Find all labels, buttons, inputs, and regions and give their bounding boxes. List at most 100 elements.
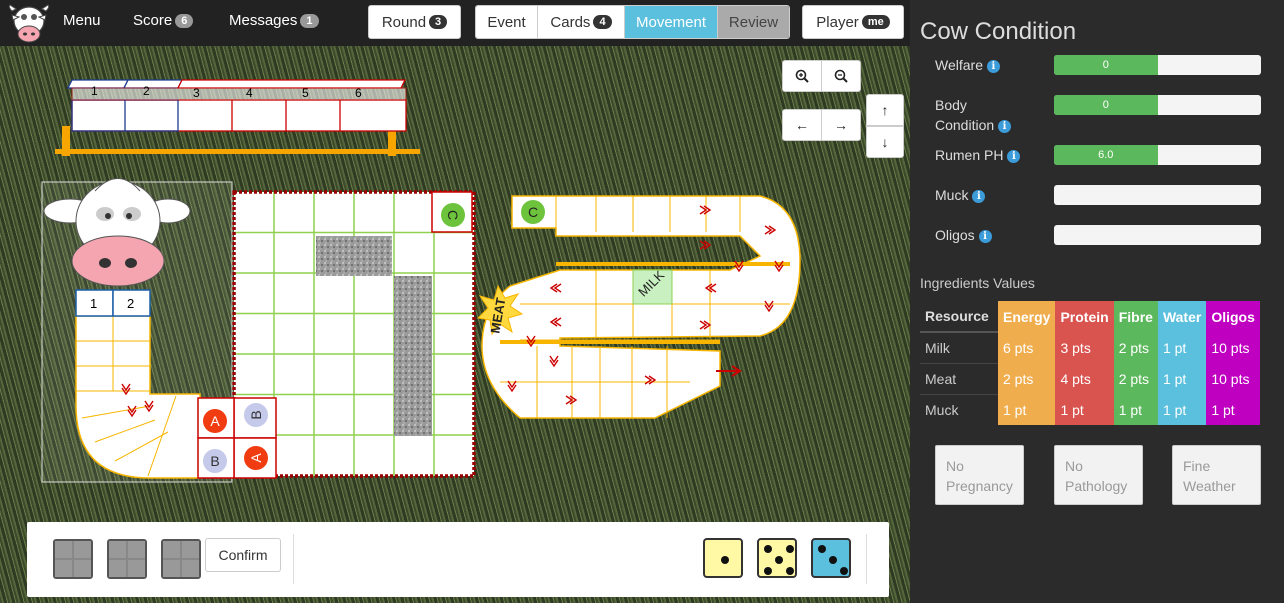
score-link[interactable]: Score 6 [133,12,194,29]
die-pip [840,567,848,575]
pan-up-button[interactable]: ↑ [866,94,904,126]
arrow-down-icon: ↓ [881,134,889,150]
metric-welfare-value: 0 [1054,55,1158,75]
feed-slot-1: 1 [91,84,98,98]
metric-rumen-ph-bar: 6.0 [1054,145,1261,165]
arrow-right-icon: → [834,117,848,133]
tab-review[interactable]: Review [718,6,789,38]
zoom-out-button[interactable] [821,60,861,92]
die-pip [764,567,772,575]
table-cell: 2 pts [998,363,1056,394]
panel-title: Cow Condition [920,18,1077,45]
info-icon[interactable]: i [972,190,986,203]
col-fibre: Fibre [1113,301,1158,332]
mouth-slots [75,289,151,317]
table-cell: 1 pt [1055,394,1114,425]
table-row: Milk 6 pts 3 pts 2 pts 1 pt 10 pts [920,331,1260,363]
zoom-in-button[interactable] [782,60,822,92]
action-bar: Confirm [27,522,889,597]
top-navbar: Menu Score 6 Messages 1 Round 3 Event Cards… [0,0,910,46]
table-cell: 4 pts [1055,363,1114,394]
table-cell: 1 pt [1113,394,1158,425]
card-slot-2[interactable] [107,539,147,579]
table-cell: 3 pts [1055,332,1114,363]
round-label: Round [381,13,427,31]
info-icon[interactable]: i [998,120,1012,133]
rumen-grid [197,190,476,479]
arrow-left-icon: ← [795,117,809,133]
round-value-badge: 3 [429,15,448,29]
die-pip [764,545,772,553]
status-weather-card[interactable]: Fine Weather [1172,445,1261,505]
info-icon[interactable]: i [986,60,1000,73]
card-slot-1[interactable] [53,539,93,579]
marker-a-rumen[interactable]: A [244,446,268,470]
phase-tabs: Event Cards 4 Movement Review [475,5,790,39]
game-board[interactable]: 1 2 3 4 5 6 1 2 A B B A C C MEAT MILK ← … [0,46,910,603]
messages-link[interactable]: Messages 1 [229,12,319,29]
tab-cards-count-badge: 4 [593,15,612,29]
messages-label: Messages [229,12,298,29]
tab-event[interactable]: Event [476,6,538,38]
metric-welfare-bar: 0 [1054,55,1261,75]
table-cell: 1 pt [1157,363,1207,394]
cow-condition-panel: Cow Condition Welfare i 0 Body Condition… [910,0,1284,603]
info-icon[interactable]: i [1007,150,1021,163]
col-water: Water [1157,301,1207,332]
die-pip [818,545,826,553]
feed-trough [55,79,420,156]
table-cell: 10 pts [1206,363,1260,394]
zoom-out-icon [834,69,848,83]
mouth-slot-1[interactable]: 1 [90,296,97,311]
tab-cards-label: Cards [550,13,591,31]
die-yellow-1[interactable] [703,538,743,578]
metric-body-condition-bar: 0 [1054,95,1261,115]
die-yellow-5[interactable] [757,538,797,578]
feed-slot-5: 5 [302,86,309,100]
action-bar-divider-right [866,534,867,584]
marker-a-left[interactable]: A [203,409,227,433]
round-button[interactable]: Round 3 [368,5,461,39]
score-count-badge: 6 [175,14,194,28]
table-cell: 6 pts [998,332,1056,363]
die-blue-3[interactable] [811,538,851,578]
digestive-track [476,195,801,419]
player-badge: me [861,15,890,29]
feed-slot-6: 6 [355,86,362,100]
player-button[interactable]: Player me [802,5,904,39]
feed-slot-3: 3 [193,86,200,100]
marker-c-rumen[interactable]: C [441,203,465,227]
messages-count-badge: 1 [300,14,319,28]
pan-left-button[interactable]: ← [782,109,822,141]
metric-body-condition-value: 0 [1054,95,1158,115]
table-cell: 1 pt [998,394,1056,425]
marker-c-track[interactable]: C [521,200,545,224]
cow-logo-icon[interactable] [8,3,50,45]
metric-welfare-label: Welfare i [935,55,1000,75]
table-cell: 10 pts [1206,332,1260,363]
info-icon[interactable]: i [978,230,992,243]
confirm-button[interactable]: Confirm [205,538,281,572]
col-energy: Energy [998,301,1056,332]
tab-movement[interactable]: Movement [625,6,718,38]
card-slot-3[interactable] [161,539,201,579]
metric-muck-bar [1054,185,1261,205]
table-cell: 2 pts [1113,363,1158,394]
pan-down-button[interactable]: ↓ [866,126,904,158]
marker-b-left[interactable]: B [203,449,227,473]
metric-body-condition-label: Body Condition i [935,95,1025,135]
table-cell: 2 pts [1113,332,1158,363]
tab-cards[interactable]: Cards 4 [538,6,625,38]
arrow-up-icon: ↑ [881,102,889,118]
die-pip [786,567,794,575]
col-protein: Protein [1055,301,1114,332]
mouth-slot-2[interactable]: 2 [127,296,134,311]
status-pregnancy-card[interactable]: No Pregnancy [935,445,1024,505]
status-pathology-card[interactable]: No Pathology [1054,445,1143,505]
die-pip [829,556,837,564]
feed-slot-4: 4 [246,86,253,100]
table-cell: 1 pt [1157,332,1207,363]
pan-right-button[interactable]: → [821,109,861,141]
marker-b-rumen[interactable]: B [244,403,268,427]
menu-link[interactable]: Menu [63,12,101,29]
